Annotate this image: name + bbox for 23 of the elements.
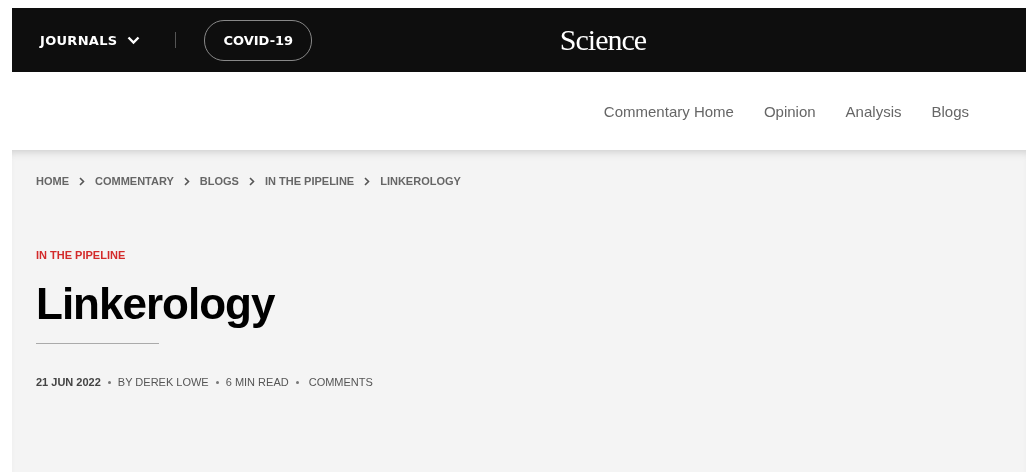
breadcrumb-link[interactable]: BLOGS	[199, 175, 239, 187]
breadcrumb-link[interactable]: HOME	[36, 175, 69, 187]
chevron-right-icon	[248, 176, 255, 186]
covid-19-button[interactable]: COVID-19	[204, 19, 313, 61]
chevron-right-icon	[79, 176, 85, 186]
journals-menu[interactable]: JOURNALS	[40, 32, 141, 48]
chevron-right-icon	[364, 176, 371, 186]
nav-link[interactable]: Opinion	[763, 102, 816, 120]
science-logo[interactable]: Science	[559, 23, 647, 57]
read-time: 6 MIN READ	[225, 376, 289, 388]
breadcrumb-link[interactable]: COMMENTARY	[95, 175, 174, 187]
chevron-down-icon	[127, 35, 141, 45]
section-label[interactable]: IN THE PIPELINE	[36, 249, 126, 261]
article-title: Linkerology	[36, 279, 275, 329]
nav-link[interactable]: Commentary Home	[603, 102, 734, 120]
nav-link[interactable]: Blogs	[931, 102, 969, 120]
breadcrumb-link[interactable]: IN THE PIPELINE	[264, 175, 355, 187]
chevron-right-icon	[183, 176, 190, 186]
publish-date: 21 JUN 2022	[36, 376, 101, 388]
author-byline[interactable]: BY DEREK LOWE	[117, 376, 209, 388]
nav-link[interactable]: Analysis	[845, 102, 902, 120]
breadcrumb-link[interactable]: LINKEROLOGY	[380, 175, 461, 187]
comments-link[interactable]: COMMENTS	[308, 376, 373, 388]
